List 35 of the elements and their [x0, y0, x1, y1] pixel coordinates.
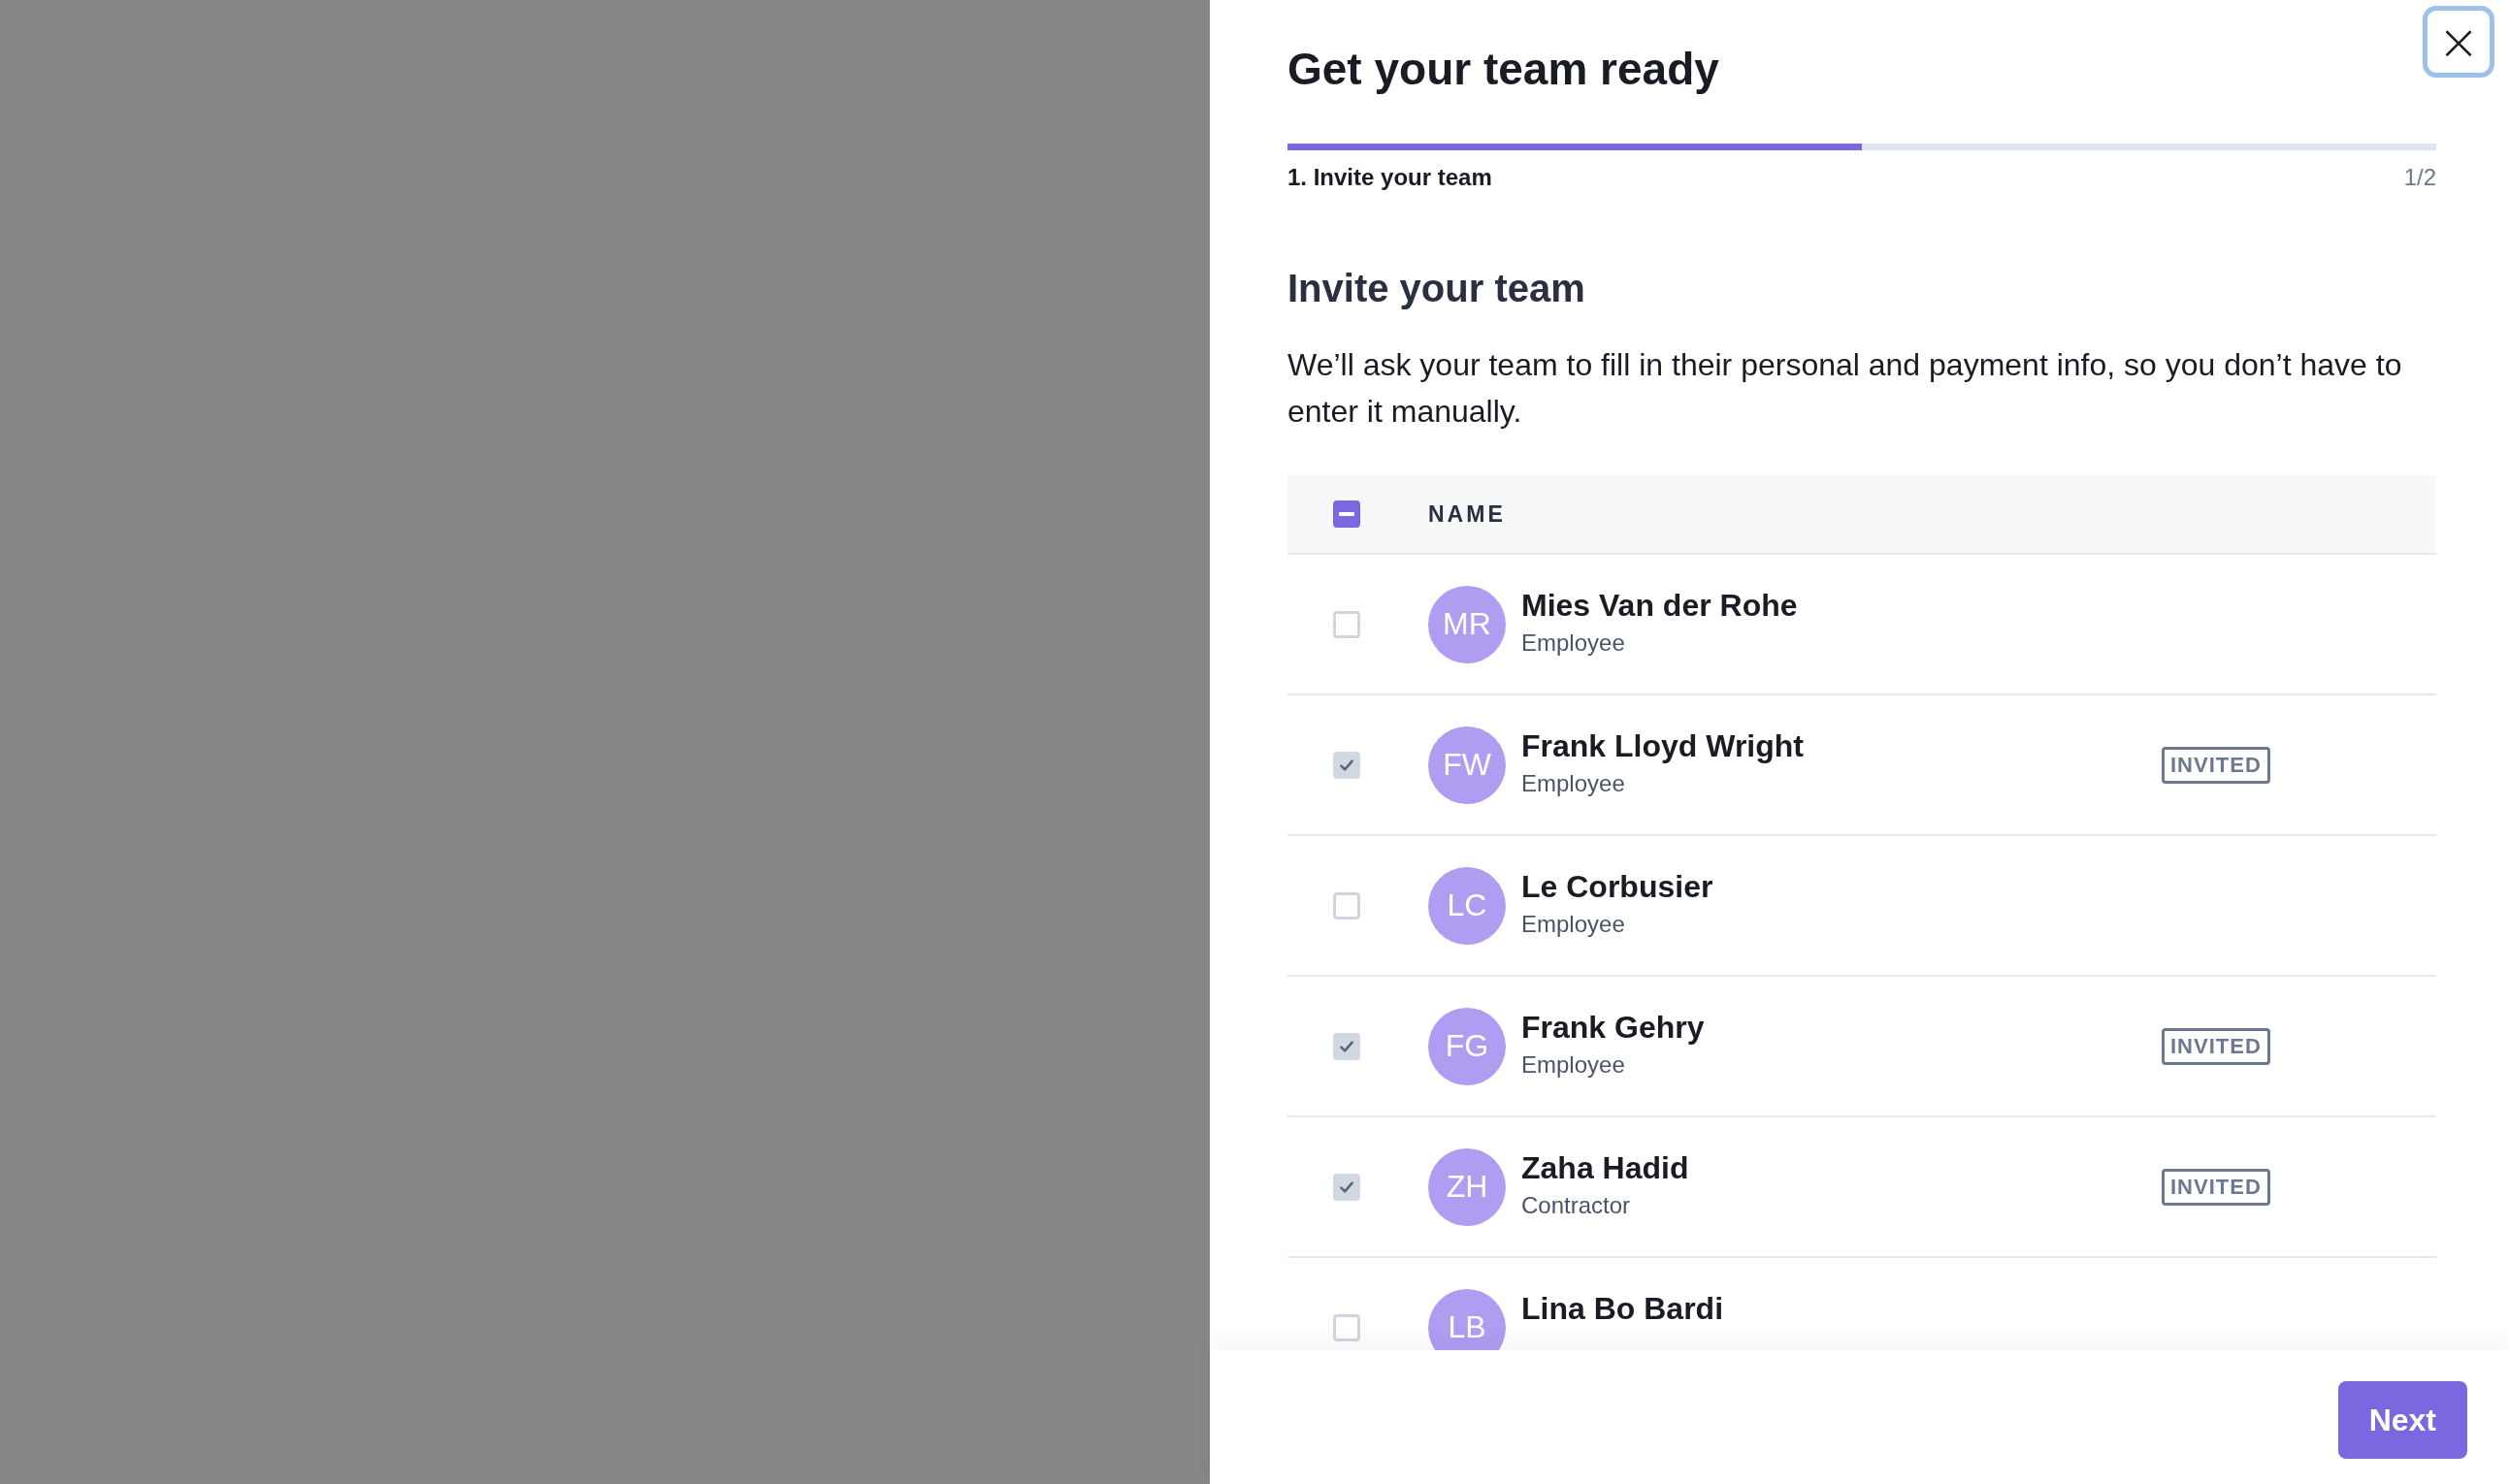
- person-role: Employee: [1521, 911, 1626, 938]
- person-name: Frank Gehry: [1521, 1010, 1706, 1046]
- person-role: Contractor: [1521, 1192, 1632, 1219]
- status-badge: INVITED: [2162, 1027, 2270, 1065]
- avatar: LB: [1428, 1288, 1506, 1350]
- person-name: Lina Bo Bardi: [1521, 1291, 1724, 1327]
- person-role: Employee: [1521, 629, 1626, 657]
- step-count: 1/2: [2403, 164, 2436, 191]
- person-role: Employee: [1521, 770, 1626, 797]
- row-checkbox[interactable]: [1333, 1032, 1360, 1060]
- person-role: Employee: [1521, 1051, 1626, 1079]
- person-name: Mies Van der Rohe: [1521, 588, 1799, 624]
- column-header: NAME: [1428, 500, 1506, 528]
- status-badge: INVITED: [2162, 1168, 2270, 1206]
- avatar: FG: [1428, 1007, 1506, 1085]
- person-name: Le Corbusier: [1521, 869, 1714, 905]
- avatar: ZH: [1428, 1147, 1506, 1226]
- person-name: Frank Lloyd Wright: [1521, 728, 1805, 764]
- close-button[interactable]: ×: [2423, 6, 2494, 78]
- avatar: FW: [1428, 726, 1506, 804]
- select-all-checkbox[interactable]: [1333, 500, 1360, 528]
- row-checkbox[interactable]: [1333, 610, 1360, 638]
- status-badge: INVITED: [2162, 746, 2270, 784]
- next-button[interactable]: Next: [2337, 1381, 2467, 1459]
- row-checkbox[interactable]: [1333, 751, 1360, 779]
- person-name: Zaha Hadid: [1521, 1150, 1690, 1186]
- avatar: MR: [1428, 585, 1506, 663]
- row-checkbox[interactable]: [1333, 891, 1360, 919]
- section-description: We’ll ask your team to fill in their personal and payment info, so you don’t have to enter it manually.: [1287, 346, 2403, 431]
- avatar: LC: [1428, 866, 1506, 945]
- section-heading: Invite your team: [1287, 267, 1586, 310]
- step-label: 1. Invite your team: [1287, 164, 1492, 191]
- row-checkbox[interactable]: [1333, 1313, 1360, 1341]
- dialog-title: Get your team ready: [1287, 43, 1719, 95]
- row-checkbox[interactable]: [1333, 1173, 1360, 1201]
